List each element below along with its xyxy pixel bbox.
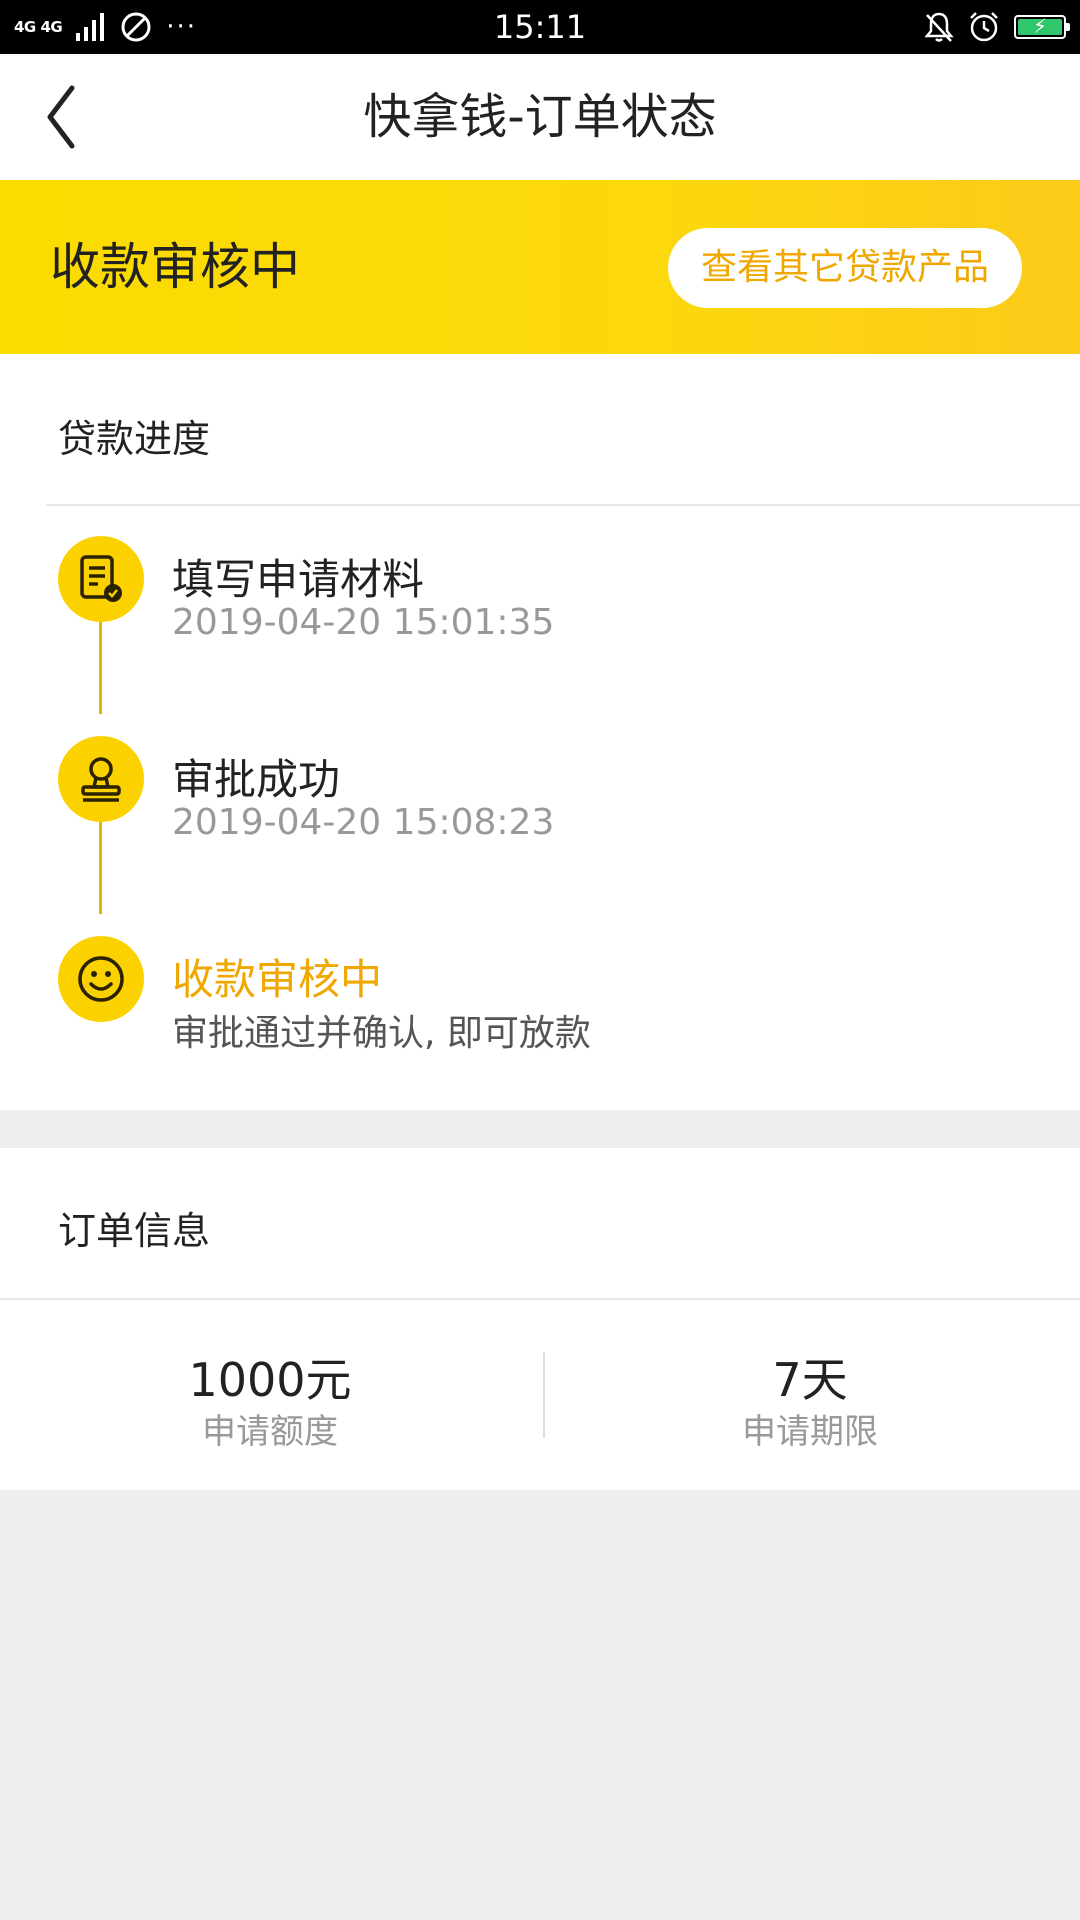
progress-divider: [46, 504, 1080, 506]
step-timestamp: 2019-04-20 15:08:23: [172, 802, 555, 843]
term-label: 申请期限: [742, 1412, 878, 1452]
progress-section-title: 贷款进度: [58, 417, 211, 461]
status-right: ⚡: [924, 10, 1070, 44]
order-info-card: 订单信息 1000元 申请额度 7天 申请期限: [0, 1148, 1080, 1490]
term-value: 7天: [772, 1353, 848, 1407]
step-icon-smile: [58, 936, 144, 1022]
battery-icon: ⚡: [1014, 14, 1070, 39]
nav-bar: 快拿钱-订单状态: [0, 54, 1080, 180]
amount-value: 1000元: [188, 1353, 352, 1407]
document-check-icon: [80, 555, 122, 602]
step-title-active: 收款审核中: [172, 955, 383, 1004]
alarm-icon: [970, 12, 998, 42]
loan-progress-card: 贷款进度 填写申请材料 2019-04-20 15:01:35 审批成功 201…: [0, 354, 1080, 1110]
status-time: 15:11: [493, 8, 587, 46]
step-icon-document: [58, 536, 144, 622]
step-icon-stamp: [58, 736, 144, 822]
stamp-icon: [81, 757, 121, 802]
smile-icon: [78, 956, 124, 1002]
order-section-title: 订单信息: [58, 1209, 211, 1253]
step-timestamp: 2019-04-20 15:01:35: [172, 602, 555, 643]
status-bar: 4G 4G ··· 15:11 ⚡: [0, 0, 1080, 54]
amount-label: 申请额度: [202, 1412, 338, 1452]
step-title: 审批成功: [172, 755, 341, 804]
step-description: 审批通过并确认, 即可放款: [172, 1013, 591, 1054]
step-title: 填写申请材料: [172, 555, 425, 604]
view-other-loans-button[interactable]: 查看其它贷款产品: [668, 228, 1022, 308]
status-banner: 收款审核中 查看其它贷款产品: [0, 180, 1080, 354]
bell-muted-icon: [924, 12, 954, 42]
banner-status-text: 收款审核中: [50, 238, 300, 296]
page-title: 快拿钱-订单状态: [363, 89, 717, 145]
order-divider: [0, 1298, 1080, 1300]
